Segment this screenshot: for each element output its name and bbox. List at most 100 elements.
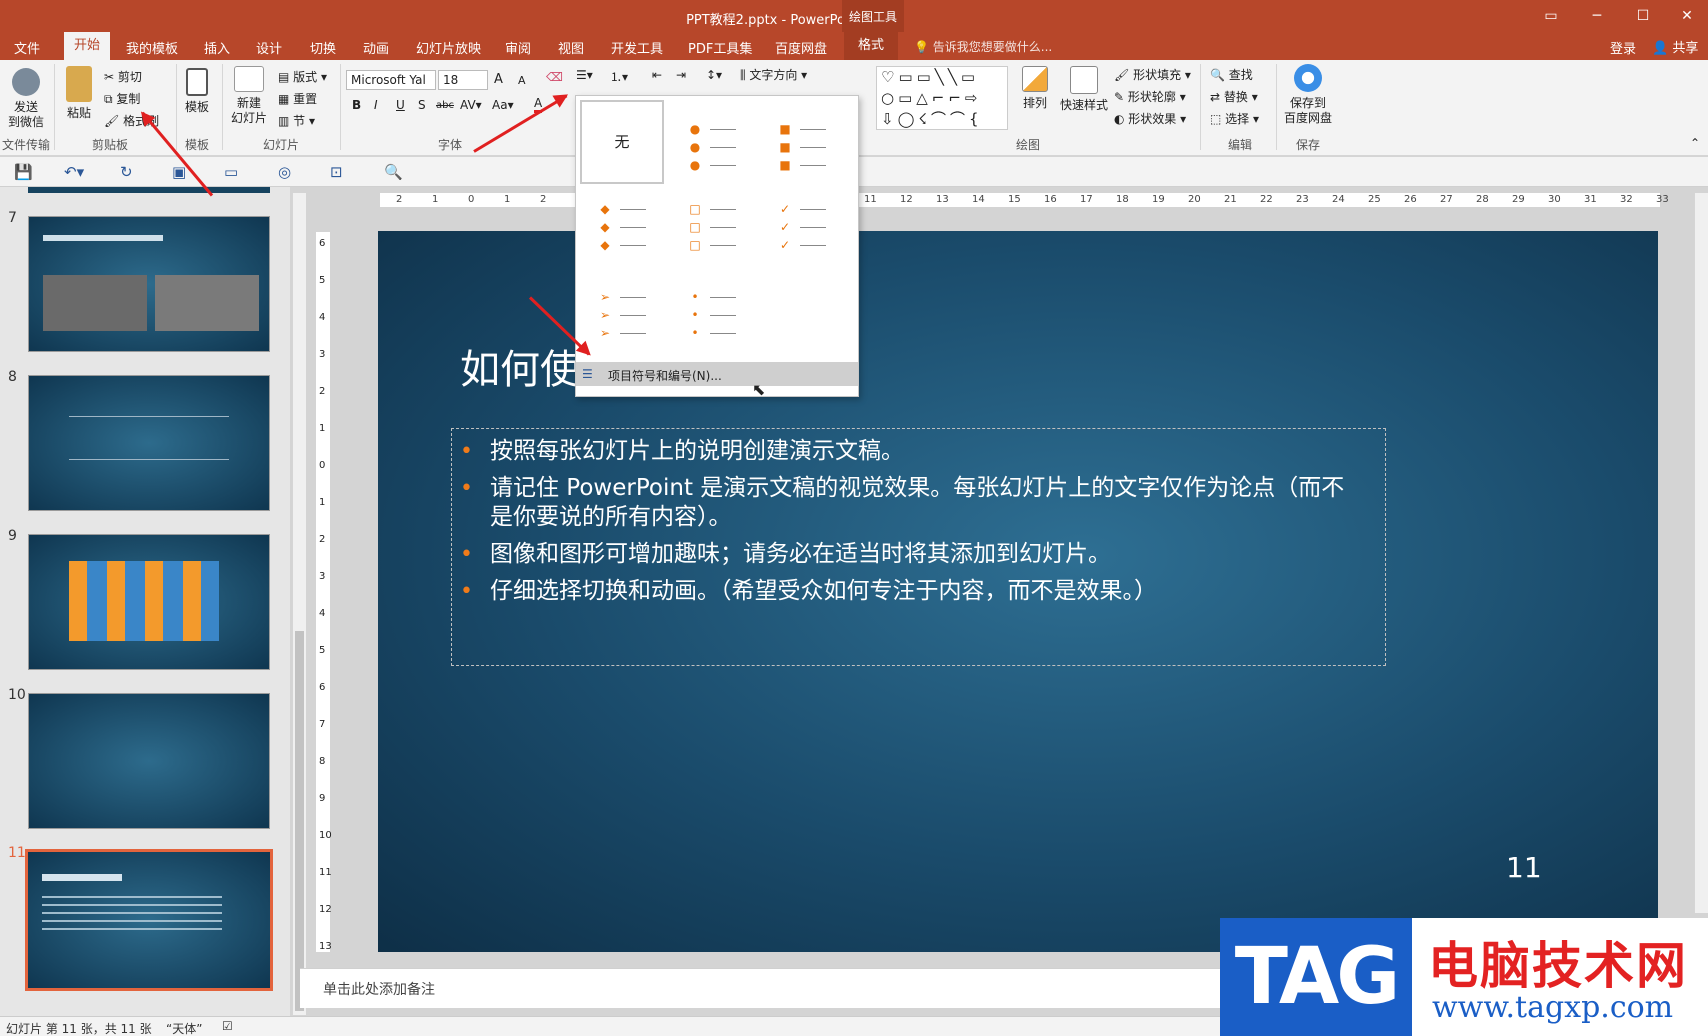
copy-button[interactable]: ⧉ 复制 [104,90,140,107]
slideshow-icon[interactable]: ⊡ [330,163,343,181]
shape-outline-label: 形状轮廓 [1127,90,1176,104]
scrollbar-thumb[interactable] [295,631,304,1011]
template-icon [186,68,208,96]
template-label: 模板 [184,100,209,114]
ruler-tick-label: 16 [1044,194,1057,205]
bullet-option-small-dot[interactable]: • • • [670,276,756,362]
thumbnail-6-partial[interactable] [28,187,270,193]
tab-slideshow[interactable]: 幻灯片放映 [416,38,481,57]
bullet-option-diamond[interactable]: ◆ ◆ ◆ [580,188,666,274]
strikethrough-icon[interactable]: abc [436,100,454,111]
change-case-icon[interactable]: Aa▾ [492,98,514,112]
close-icon[interactable]: ✕ [1672,6,1702,26]
tab-transitions[interactable]: 切换 [310,38,336,57]
paste-button[interactable]: 粘贴 [62,66,96,121]
decrease-indent-icon[interactable]: ⇤ [652,68,662,82]
increase-indent-icon[interactable]: ⇥ [676,68,686,82]
ruler-tick-label: 28 [1476,194,1489,205]
section-button[interactable]: ▥ 节 ▾ [278,112,315,129]
maximize-icon[interactable]: ☐ [1628,6,1658,26]
bullet-option-none[interactable]: 无 [580,100,664,184]
collapse-ribbon-icon[interactable]: ⌃ [1690,136,1700,150]
thumbnail-slide-10[interactable] [28,693,270,829]
shape-outline-button[interactable]: ✎ 形状轮廓 ▾ [1114,88,1186,105]
bullets-icon[interactable]: ☰▾ [576,68,593,82]
grow-font-icon[interactable]: A [494,72,503,87]
bullet-item: 请记住 PowerPoint 是演示文稿的视觉效果。每张幻灯片上的文字仅作为论点… [452,474,1385,532]
arrange-button[interactable]: 排列 [1018,66,1052,111]
content-placeholder[interactable]: 按照每张幻灯片上的说明创建演示文稿。 请记住 PowerPoint 是演示文稿的… [451,428,1386,666]
template-button[interactable]: 模板 [182,68,212,115]
shadow-icon[interactable]: S [418,98,426,112]
thumb-title [42,874,122,881]
new-slide-button[interactable]: 新建 幻灯片 [226,66,272,126]
tab-file[interactable]: 文件 [14,38,40,57]
thumbnail-slide-11[interactable] [25,849,273,991]
tab-home[interactable]: 开始 [64,32,111,60]
tab-insert[interactable]: 插入 [204,38,230,57]
tell-me-search[interactable]: 💡 告诉我您想要做什么... [914,38,1052,55]
select-button[interactable]: ⬚ 选择 ▾ [1210,110,1259,127]
cut-button[interactable]: ✂ 剪切 [104,68,142,85]
tab-format[interactable]: 格式 [844,32,899,60]
thumbnail-scrollbar[interactable] [292,193,306,1015]
quick-styles-button[interactable]: 快速样式 [1058,66,1110,113]
redo-icon[interactable]: ↻ [120,163,133,181]
shrink-font-icon[interactable]: A [518,74,526,87]
underline-icon[interactable]: U [396,98,405,112]
canvas-scrollbar[interactable] [1694,193,1708,913]
font-name-combo[interactable]: Microsoft Yal [346,70,436,90]
bullet-option-checkmark[interactable]: ✓ ✓ ✓ [760,188,846,274]
slide-icon[interactable]: ▭ [224,163,238,181]
shape-effects-button[interactable]: ◐ 形状效果 ▾ [1114,110,1186,127]
bullet-option-hollow-square[interactable]: □ □ □ [670,188,756,274]
tab-baidu-netdisk[interactable]: 百度网盘 [775,38,827,57]
font-size-combo[interactable]: 18 [438,70,488,90]
find-button[interactable]: 🔍 查找 [1210,66,1253,83]
preview-icon[interactable]: 🔍 [384,163,403,181]
text-direction-button[interactable]: ⫼ 文字方向 ▾ [740,66,807,83]
tab-my-templates[interactable]: 我的模板 [126,38,178,57]
save-to-baidu-button[interactable]: 保存到 百度网盘 [1282,64,1334,126]
char-spacing-icon[interactable]: AV▾ [460,98,482,112]
tab-pdf-tools[interactable]: PDF工具集 [688,38,752,57]
thumbnail-slide-8[interactable] [28,375,270,511]
tab-developer[interactable]: 开发工具 [611,38,663,57]
record-icon[interactable]: ◎ [278,163,291,181]
shape-fill-button[interactable]: 🖌 形状填充 ▾ [1114,66,1191,83]
minimize-icon[interactable]: ─ [1582,6,1612,26]
line-spacing-icon[interactable]: ↕▾ [706,68,722,82]
reset-button[interactable]: ▦ 重置 [278,90,317,107]
share-button[interactable]: 👤 共享 [1652,37,1698,56]
shapes-gallery[interactable]: ♡▭▭╲╲▭ ○▭△⌐⌐⇨ ⇩◯☇⌒⌒{ [876,66,1008,130]
numbering-icon[interactable]: ⒈▾ [610,68,628,85]
arrange-icon [1022,66,1048,92]
italic-icon[interactable]: I [374,98,378,112]
tab-design[interactable]: 设计 [256,38,282,57]
layout-button[interactable]: ▤ 版式 ▾ [278,68,327,85]
slide-title[interactable]: 如何使 [460,337,580,395]
tab-view[interactable]: 视图 [558,38,584,57]
bullets-and-numbering-menu-item[interactable]: ☰ 项目符号和编号(N)... [576,362,858,386]
replace-button[interactable]: ⇄ 替换 ▾ [1210,88,1258,105]
group-editing-label: 编辑 [1227,138,1252,152]
bold-icon[interactable]: B [352,98,361,112]
divider [222,64,223,150]
thumbnail-slide-7[interactable] [28,216,270,352]
send-to-wechat-button[interactable]: 发送 到微信 [6,68,46,130]
tab-review[interactable]: 审阅 [505,38,531,57]
ribbon-display-options-icon[interactable]: ▭ [1536,6,1566,26]
thumbnail-slide-9[interactable] [28,534,270,670]
ruler-tick-label: 18 [1116,194,1129,205]
tab-animations[interactable]: 动画 [363,38,389,57]
undo-icon[interactable]: ↶▾ [64,163,84,181]
group-slides-label: 幻灯片 [262,138,299,152]
share-label: 共享 [1672,41,1699,56]
login-link[interactable]: 登录 [1610,38,1636,57]
save-icon[interactable]: 💾 [14,163,33,181]
spellcheck-icon[interactable]: ☑ [222,1019,233,1033]
bullet-option-filled-circle[interactable]: ● ● ● [670,100,756,186]
bullet-option-filled-square[interactable]: ■ ■ ■ [760,100,846,186]
divider [54,64,55,150]
clear-format-icon[interactable]: ⌫ [546,70,563,84]
